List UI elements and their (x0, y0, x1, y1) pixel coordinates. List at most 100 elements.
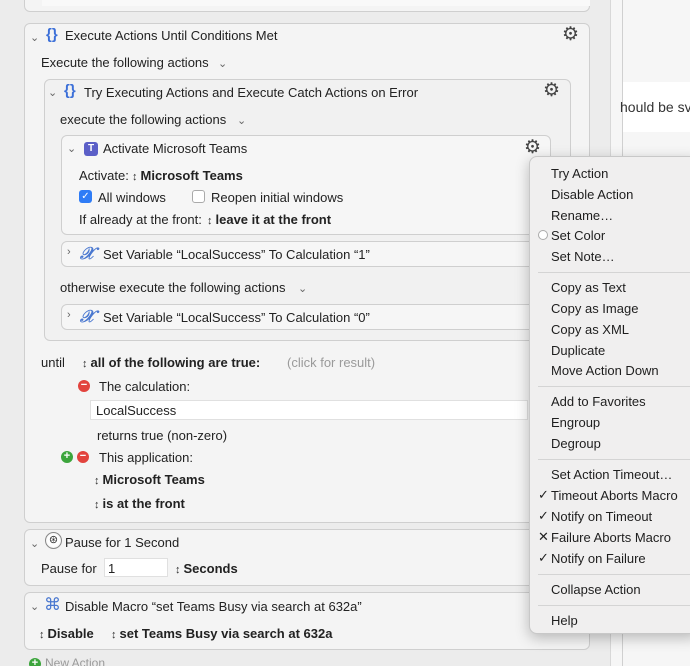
menu-separator (538, 605, 690, 606)
updown-icon: ↕ (94, 475, 100, 487)
color-circle-icon (538, 230, 548, 240)
activate-app-value: Microsoft Teams (140, 168, 243, 183)
execute-until-title: Execute Actions Until Conditions Met (65, 28, 278, 43)
menu-item-duplicate[interactable]: Duplicate (551, 343, 605, 358)
chevron-right-icon[interactable]: › (67, 246, 71, 258)
checkmark-icon: ✓ (538, 550, 549, 565)
menu-item-copy-as-image[interactable]: Copy as Image (551, 301, 638, 316)
chevron-down-icon[interactable]: ⌄ (67, 142, 76, 155)
front-label: If already at the front: (79, 212, 202, 227)
application-value: Microsoft Teams (102, 472, 205, 487)
updown-icon: ↕ (94, 499, 100, 511)
set-variable-0-title: Set Variable “LocalSuccess” To Calculati… (103, 310, 370, 325)
chevron-down-icon[interactable]: ⌄ (218, 57, 227, 70)
chevron-down-icon[interactable]: ⌄ (30, 537, 39, 550)
context-menu: Try Action Disable Action Rename… Set Co… (529, 156, 690, 634)
application-state-popup[interactable]: ↕ is at the front (94, 496, 185, 511)
menu-item-try-action[interactable]: Try Action (551, 166, 608, 181)
application-state-value: is at the front (102, 496, 185, 511)
all-windows-label: All windows (98, 190, 166, 205)
disable-macro-popup[interactable]: ↕ set Teams Busy via search at 632a (111, 626, 332, 641)
menu-item-notify-on-failure[interactable]: Notify on Failure (551, 551, 646, 566)
chevron-down-icon[interactable]: ⌄ (30, 600, 39, 613)
disable-mode-value: Disable (47, 626, 94, 641)
menu-separator (538, 272, 690, 273)
new-action-button[interactable]: New Action (45, 656, 105, 666)
click-for-result-hint[interactable]: (click for result) (287, 355, 375, 370)
menu-item-rename[interactable]: Rename… (551, 208, 613, 223)
menu-separator (538, 459, 690, 460)
until-condition-value: all of the following are true: (90, 355, 261, 370)
updown-icon: ↕ (132, 171, 138, 183)
gear-icon[interactable]: ⚙ (562, 25, 579, 44)
menu-separator (538, 574, 690, 575)
application-popup[interactable]: ↕ Microsoft Teams (94, 472, 205, 487)
updown-icon: ↕ (82, 358, 88, 370)
chevron-down-icon[interactable]: ⌄ (237, 114, 246, 127)
chevron-right-icon[interactable]: › (67, 309, 71, 321)
variable-x-icon: 𝒳 (80, 307, 95, 327)
front-popup[interactable]: ↕ leave it at the front (207, 212, 331, 227)
activate-title: Activate Microsoft Teams (103, 141, 248, 156)
all-windows-checkbox[interactable]: ✓ (79, 190, 92, 203)
reopen-checkbox[interactable] (192, 190, 205, 203)
try-block-subtitle: execute the following actions (60, 112, 227, 127)
menu-item-engroup[interactable]: Engroup (551, 415, 600, 430)
until-label: until (41, 355, 65, 370)
activate-app-popup[interactable]: ↕ Microsoft Teams (132, 168, 243, 183)
menu-item-notify-on-timeout[interactable]: Notify on Timeout (551, 509, 652, 524)
chevron-down-icon[interactable]: ⌄ (48, 86, 57, 99)
menu-item-set-action-timeout[interactable]: Set Action Timeout… (551, 467, 672, 482)
previous-action-field (42, 0, 590, 6)
disable-mode-popup[interactable]: ↕ Disable (39, 626, 94, 641)
pause-value: 1 (108, 561, 116, 576)
returns-label: returns true (non-zero) (97, 428, 228, 443)
cross-mark-icon: ✕ (538, 529, 549, 544)
menu-item-copy-as-text[interactable]: Copy as Text (551, 280, 626, 295)
new-action-icon[interactable]: + (29, 658, 41, 666)
menu-item-disable-action[interactable]: Disable Action (551, 187, 633, 202)
teams-icon: T (84, 142, 98, 156)
front-value: leave it at the front (215, 212, 332, 227)
menu-separator (538, 386, 690, 387)
clock-icon: ⊛ (45, 532, 62, 549)
chevron-down-icon[interactable]: ⌄ (298, 282, 307, 295)
until-condition-popup[interactable]: ↕ all of the following are true: (82, 355, 260, 370)
menu-item-move-action-down[interactable]: Move Action Down (551, 363, 659, 378)
menu-item-set-note[interactable]: Set Note… (551, 249, 615, 264)
add-condition-icon[interactable]: + (61, 451, 73, 463)
menu-item-collapse-action[interactable]: Collapse Action (551, 582, 641, 597)
disable-macro-value: set Teams Busy via search at 632a (119, 626, 333, 641)
menu-item-failure-aborts-macro[interactable]: Failure Aborts Macro (551, 530, 671, 545)
pause-unit-value: Seconds (183, 561, 238, 576)
menu-item-timeout-aborts-macro[interactable]: Timeout Aborts Macro (551, 488, 678, 503)
menu-item-set-color[interactable]: Set Color (551, 228, 605, 243)
curly-braces-icon: {} (64, 82, 76, 99)
gear-icon[interactable]: ⚙ (524, 138, 541, 157)
activate-label: Activate: (79, 168, 129, 183)
pause-label: Pause for (41, 561, 97, 576)
checkmark-icon: ✓ (538, 508, 549, 523)
menu-item-copy-as-xml[interactable]: Copy as XML (551, 322, 629, 337)
reopen-label: Reopen initial windows (211, 190, 344, 205)
remove-condition-icon[interactable]: − (77, 451, 89, 463)
menu-item-add-to-favorites[interactable]: Add to Favorites (551, 394, 646, 409)
menu-item-degroup[interactable]: Degroup (551, 436, 601, 451)
updown-icon: ↕ (111, 629, 117, 641)
otherwise-label: otherwise execute the following actions (60, 280, 286, 295)
chevron-down-icon[interactable]: ⌄ (30, 31, 39, 44)
curly-braces-icon: {} (46, 26, 58, 43)
variable-x-icon: 𝒳 (80, 244, 95, 264)
updown-icon: ↕ (39, 629, 45, 641)
application-label: This application: (99, 450, 193, 465)
updown-icon: ↕ (207, 215, 213, 227)
pause-unit-popup[interactable]: ↕ Seconds (175, 561, 238, 576)
command-key-icon: ⌘ (44, 595, 61, 614)
try-block-title: Try Executing Actions and Execute Catch … (84, 85, 419, 100)
menu-item-help[interactable]: Help (551, 613, 578, 628)
remove-condition-icon[interactable]: − (78, 380, 90, 392)
disable-macro-title: Disable Macro “set Teams Busy via search… (65, 599, 362, 614)
set-variable-1-title: Set Variable “LocalSuccess” To Calculati… (103, 247, 370, 262)
right-panel-text: hould be sv (620, 99, 690, 115)
gear-icon[interactable]: ⚙ (543, 81, 560, 100)
